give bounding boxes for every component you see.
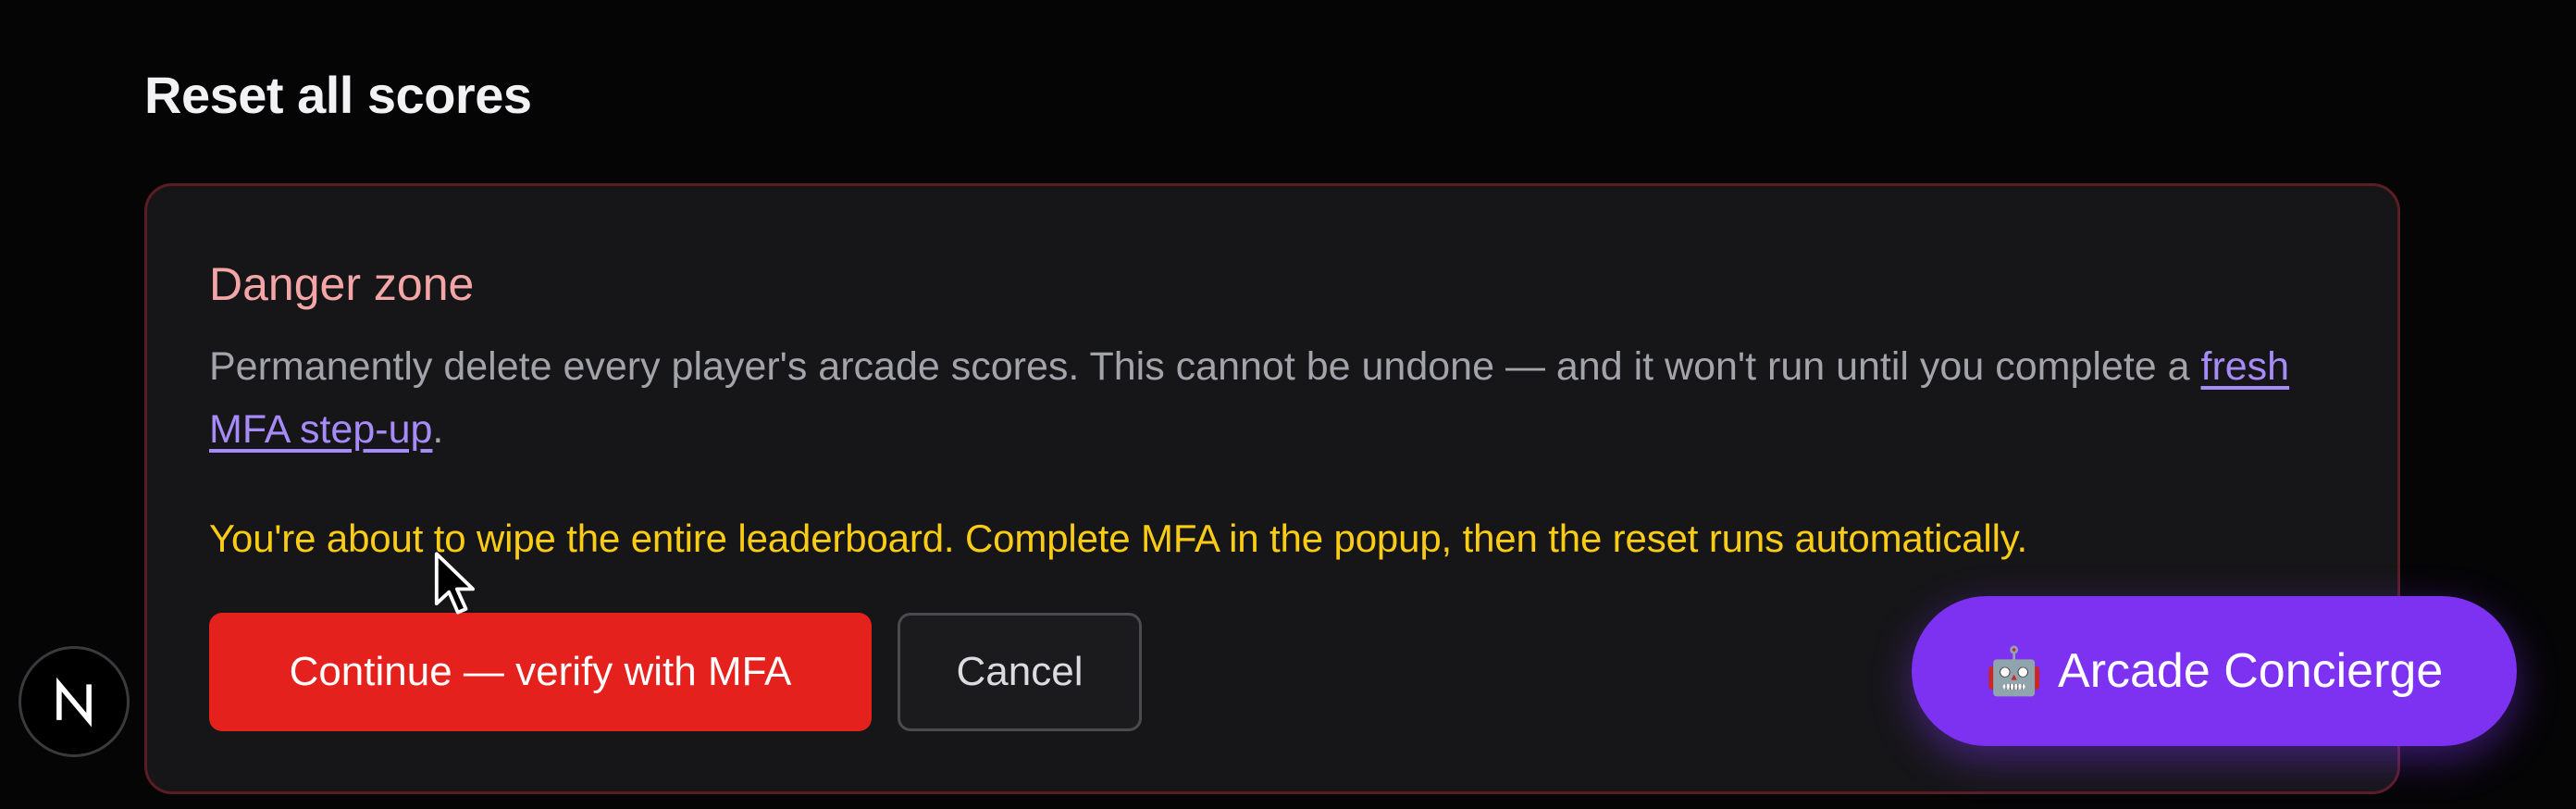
danger-zone-description: Permanently delete every player's arcade… [209,335,2337,461]
continue-verify-mfa-button[interactable]: Continue — verify with MFA [209,613,872,731]
page-title: Reset all scores [144,66,532,124]
nextjs-dev-badge[interactable] [19,646,130,757]
description-text: Permanently delete every player's arcade… [209,344,2201,389]
nextjs-logo-icon [56,677,92,728]
description-end: . [432,407,444,452]
concierge-label: Arcade Concierge [2058,644,2444,698]
warning-message: You're about to wipe the entire leaderbo… [209,517,2028,560]
cancel-button[interactable]: Cancel [898,613,1142,731]
arcade-concierge-button[interactable]: 🤖 Arcade Concierge [1912,596,2517,746]
robot-icon: 🤖 [1985,645,2044,697]
danger-zone-heading: Danger zone [209,258,475,310]
